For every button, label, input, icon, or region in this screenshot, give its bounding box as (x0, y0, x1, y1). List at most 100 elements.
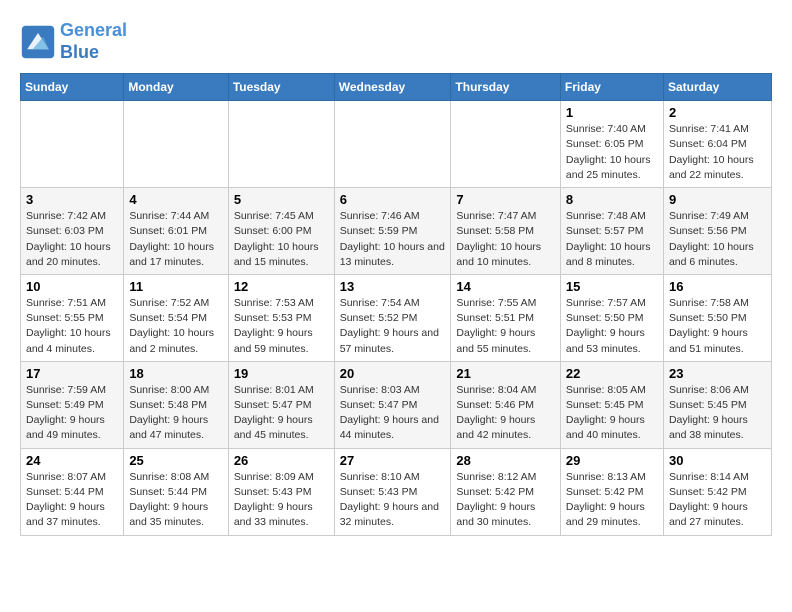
day-number: 26 (234, 453, 329, 468)
day-info: Sunrise: 8:09 AM Sunset: 5:43 PM Dayligh… (234, 470, 329, 531)
day-info: Sunrise: 8:01 AM Sunset: 5:47 PM Dayligh… (234, 383, 329, 444)
day-info: Sunrise: 7:42 AM Sunset: 6:03 PM Dayligh… (26, 209, 118, 270)
calendar-week-3: 10 Sunrise: 7:51 AM Sunset: 5:55 PM Dayli… (21, 274, 772, 361)
calendar-week-4: 17 Sunrise: 7:59 AM Sunset: 5:49 PM Dayli… (21, 361, 772, 448)
day-number: 14 (456, 279, 555, 294)
logo-icon (20, 24, 56, 60)
day-number: 7 (456, 192, 555, 207)
calendar-cell: 9 Sunrise: 7:49 AM Sunset: 5:56 PM Daylig… (663, 188, 771, 275)
calendar-cell: 30 Sunrise: 8:14 AM Sunset: 5:42 PM Dayli… (663, 448, 771, 535)
day-info: Sunrise: 7:51 AM Sunset: 5:55 PM Dayligh… (26, 296, 118, 357)
day-info: Sunrise: 7:58 AM Sunset: 5:50 PM Dayligh… (669, 296, 766, 357)
day-number: 4 (129, 192, 222, 207)
day-number: 2 (669, 105, 766, 120)
weekday-header-monday: Monday (124, 74, 228, 101)
day-number: 10 (26, 279, 118, 294)
weekday-header-friday: Friday (560, 74, 663, 101)
calendar-cell: 21Sunrise: 8:04 AM Sunset: 5:46 PM Dayli… (451, 361, 561, 448)
weekday-header-row: SundayMondayTuesdayWednesdayThursdayFrid… (21, 74, 772, 101)
day-info: Sunrise: 8:06 AM Sunset: 5:45 PM Dayligh… (669, 383, 766, 444)
day-info: Sunrise: 8:03 AM Sunset: 5:47 PM Dayligh… (340, 383, 446, 444)
day-info: Sunrise: 8:05 AM Sunset: 5:45 PM Dayligh… (566, 383, 658, 444)
day-info: Sunrise: 8:14 AM Sunset: 5:42 PM Dayligh… (669, 470, 766, 531)
day-info: Sunrise: 7:54 AM Sunset: 5:52 PM Dayligh… (340, 296, 446, 357)
day-number: 23 (669, 366, 766, 381)
day-info: Sunrise: 7:47 AM Sunset: 5:58 PM Dayligh… (456, 209, 555, 270)
day-info: Sunrise: 7:55 AM Sunset: 5:51 PM Dayligh… (456, 296, 555, 357)
calendar-table: SundayMondayTuesdayWednesdayThursdayFrid… (20, 73, 772, 535)
calendar-cell: 13 Sunrise: 7:54 AM Sunset: 5:52 PM Dayli… (334, 274, 451, 361)
calendar-cell: 23 Sunrise: 8:06 AM Sunset: 5:45 PM Dayli… (663, 361, 771, 448)
day-number: 30 (669, 453, 766, 468)
logo-text: General Blue (60, 20, 127, 63)
calendar-cell: 29 Sunrise: 8:13 AM Sunset: 5:42 PM Dayli… (560, 448, 663, 535)
day-info: Sunrise: 7:45 AM Sunset: 6:00 PM Dayligh… (234, 209, 329, 270)
day-number: 22 (566, 366, 658, 381)
day-number: 5 (234, 192, 329, 207)
calendar-cell: 5 Sunrise: 7:45 AM Sunset: 6:00 PM Daylig… (228, 188, 334, 275)
calendar-cell: 26 Sunrise: 8:09 AM Sunset: 5:43 PM Dayli… (228, 448, 334, 535)
day-number: 24 (26, 453, 118, 468)
calendar-cell: 2 Sunrise: 7:41 AM Sunset: 6:04 PM Daylig… (663, 101, 771, 188)
day-number: 16 (669, 279, 766, 294)
calendar-cell: 1Sunrise: 7:40 AM Sunset: 6:05 PM Daylig… (560, 101, 663, 188)
day-number: 27 (340, 453, 446, 468)
day-number: 29 (566, 453, 658, 468)
day-number: 8 (566, 192, 658, 207)
day-number: 1 (566, 105, 658, 120)
weekday-header-wednesday: Wednesday (334, 74, 451, 101)
calendar-cell: 10 Sunrise: 7:51 AM Sunset: 5:55 PM Dayli… (21, 274, 124, 361)
calendar-cell: 22 Sunrise: 8:05 AM Sunset: 5:45 PM Dayli… (560, 361, 663, 448)
calendar-cell (21, 101, 124, 188)
day-info: Sunrise: 7:59 AM Sunset: 5:49 PM Dayligh… (26, 383, 118, 444)
calendar-cell: 12Sunrise: 7:53 AM Sunset: 5:53 PM Dayli… (228, 274, 334, 361)
day-number: 21 (456, 366, 555, 381)
calendar-cell: 17 Sunrise: 7:59 AM Sunset: 5:49 PM Dayli… (21, 361, 124, 448)
day-info: Sunrise: 7:44 AM Sunset: 6:01 PM Dayligh… (129, 209, 222, 270)
calendar-cell: 7 Sunrise: 7:47 AM Sunset: 5:58 PM Daylig… (451, 188, 561, 275)
calendar-week-5: 24Sunrise: 8:07 AM Sunset: 5:44 PM Dayli… (21, 448, 772, 535)
day-info: Sunrise: 7:57 AM Sunset: 5:50 PM Dayligh… (566, 296, 658, 357)
weekday-header-sunday: Sunday (21, 74, 124, 101)
day-info: Sunrise: 8:00 AM Sunset: 5:48 PM Dayligh… (129, 383, 222, 444)
calendar-body: 1Sunrise: 7:40 AM Sunset: 6:05 PM Daylig… (21, 101, 772, 535)
day-info: Sunrise: 8:10 AM Sunset: 5:43 PM Dayligh… (340, 470, 446, 531)
day-number: 18 (129, 366, 222, 381)
day-number: 12 (234, 279, 329, 294)
calendar-cell: 24Sunrise: 8:07 AM Sunset: 5:44 PM Dayli… (21, 448, 124, 535)
calendar-cell: 18 Sunrise: 8:00 AM Sunset: 5:48 PM Dayli… (124, 361, 228, 448)
day-info: Sunrise: 8:13 AM Sunset: 5:42 PM Dayligh… (566, 470, 658, 531)
day-info: Sunrise: 7:52 AM Sunset: 5:54 PM Dayligh… (129, 296, 222, 357)
calendar-cell (451, 101, 561, 188)
calendar-week-2: 3 Sunrise: 7:42 AM Sunset: 6:03 PM Daylig… (21, 188, 772, 275)
calendar-cell: 8 Sunrise: 7:48 AM Sunset: 5:57 PM Daylig… (560, 188, 663, 275)
calendar-cell: 15Sunrise: 7:57 AM Sunset: 5:50 PM Dayli… (560, 274, 663, 361)
calendar-cell: 16 Sunrise: 7:58 AM Sunset: 5:50 PM Dayli… (663, 274, 771, 361)
day-number: 11 (129, 279, 222, 294)
day-info: Sunrise: 7:41 AM Sunset: 6:04 PM Dayligh… (669, 122, 766, 183)
weekday-header-tuesday: Tuesday (228, 74, 334, 101)
day-number: 28 (456, 453, 555, 468)
calendar-cell: 3 Sunrise: 7:42 AM Sunset: 6:03 PM Daylig… (21, 188, 124, 275)
day-number: 17 (26, 366, 118, 381)
calendar-cell: 14 Sunrise: 7:55 AM Sunset: 5:51 PM Dayli… (451, 274, 561, 361)
day-number: 3 (26, 192, 118, 207)
weekday-header-saturday: Saturday (663, 74, 771, 101)
day-info: Sunrise: 7:48 AM Sunset: 5:57 PM Dayligh… (566, 209, 658, 270)
calendar-week-1: 1Sunrise: 7:40 AM Sunset: 6:05 PM Daylig… (21, 101, 772, 188)
calendar-cell: 27 Sunrise: 8:10 AM Sunset: 5:43 PM Dayli… (334, 448, 451, 535)
calendar-cell: 19 Sunrise: 8:01 AM Sunset: 5:47 PM Dayli… (228, 361, 334, 448)
calendar-cell: 11 Sunrise: 7:52 AM Sunset: 5:54 PM Dayli… (124, 274, 228, 361)
day-number: 25 (129, 453, 222, 468)
calendar-cell: 20 Sunrise: 8:03 AM Sunset: 5:47 PM Dayli… (334, 361, 451, 448)
calendar-cell (124, 101, 228, 188)
day-number: 20 (340, 366, 446, 381)
day-number: 9 (669, 192, 766, 207)
day-info: Sunrise: 7:49 AM Sunset: 5:56 PM Dayligh… (669, 209, 766, 270)
day-number: 13 (340, 279, 446, 294)
calendar-cell: 6Sunrise: 7:46 AM Sunset: 5:59 PM Daylig… (334, 188, 451, 275)
day-number: 6 (340, 192, 446, 207)
logo: General Blue (20, 20, 127, 63)
calendar-cell: 4 Sunrise: 7:44 AM Sunset: 6:01 PM Daylig… (124, 188, 228, 275)
day-number: 19 (234, 366, 329, 381)
